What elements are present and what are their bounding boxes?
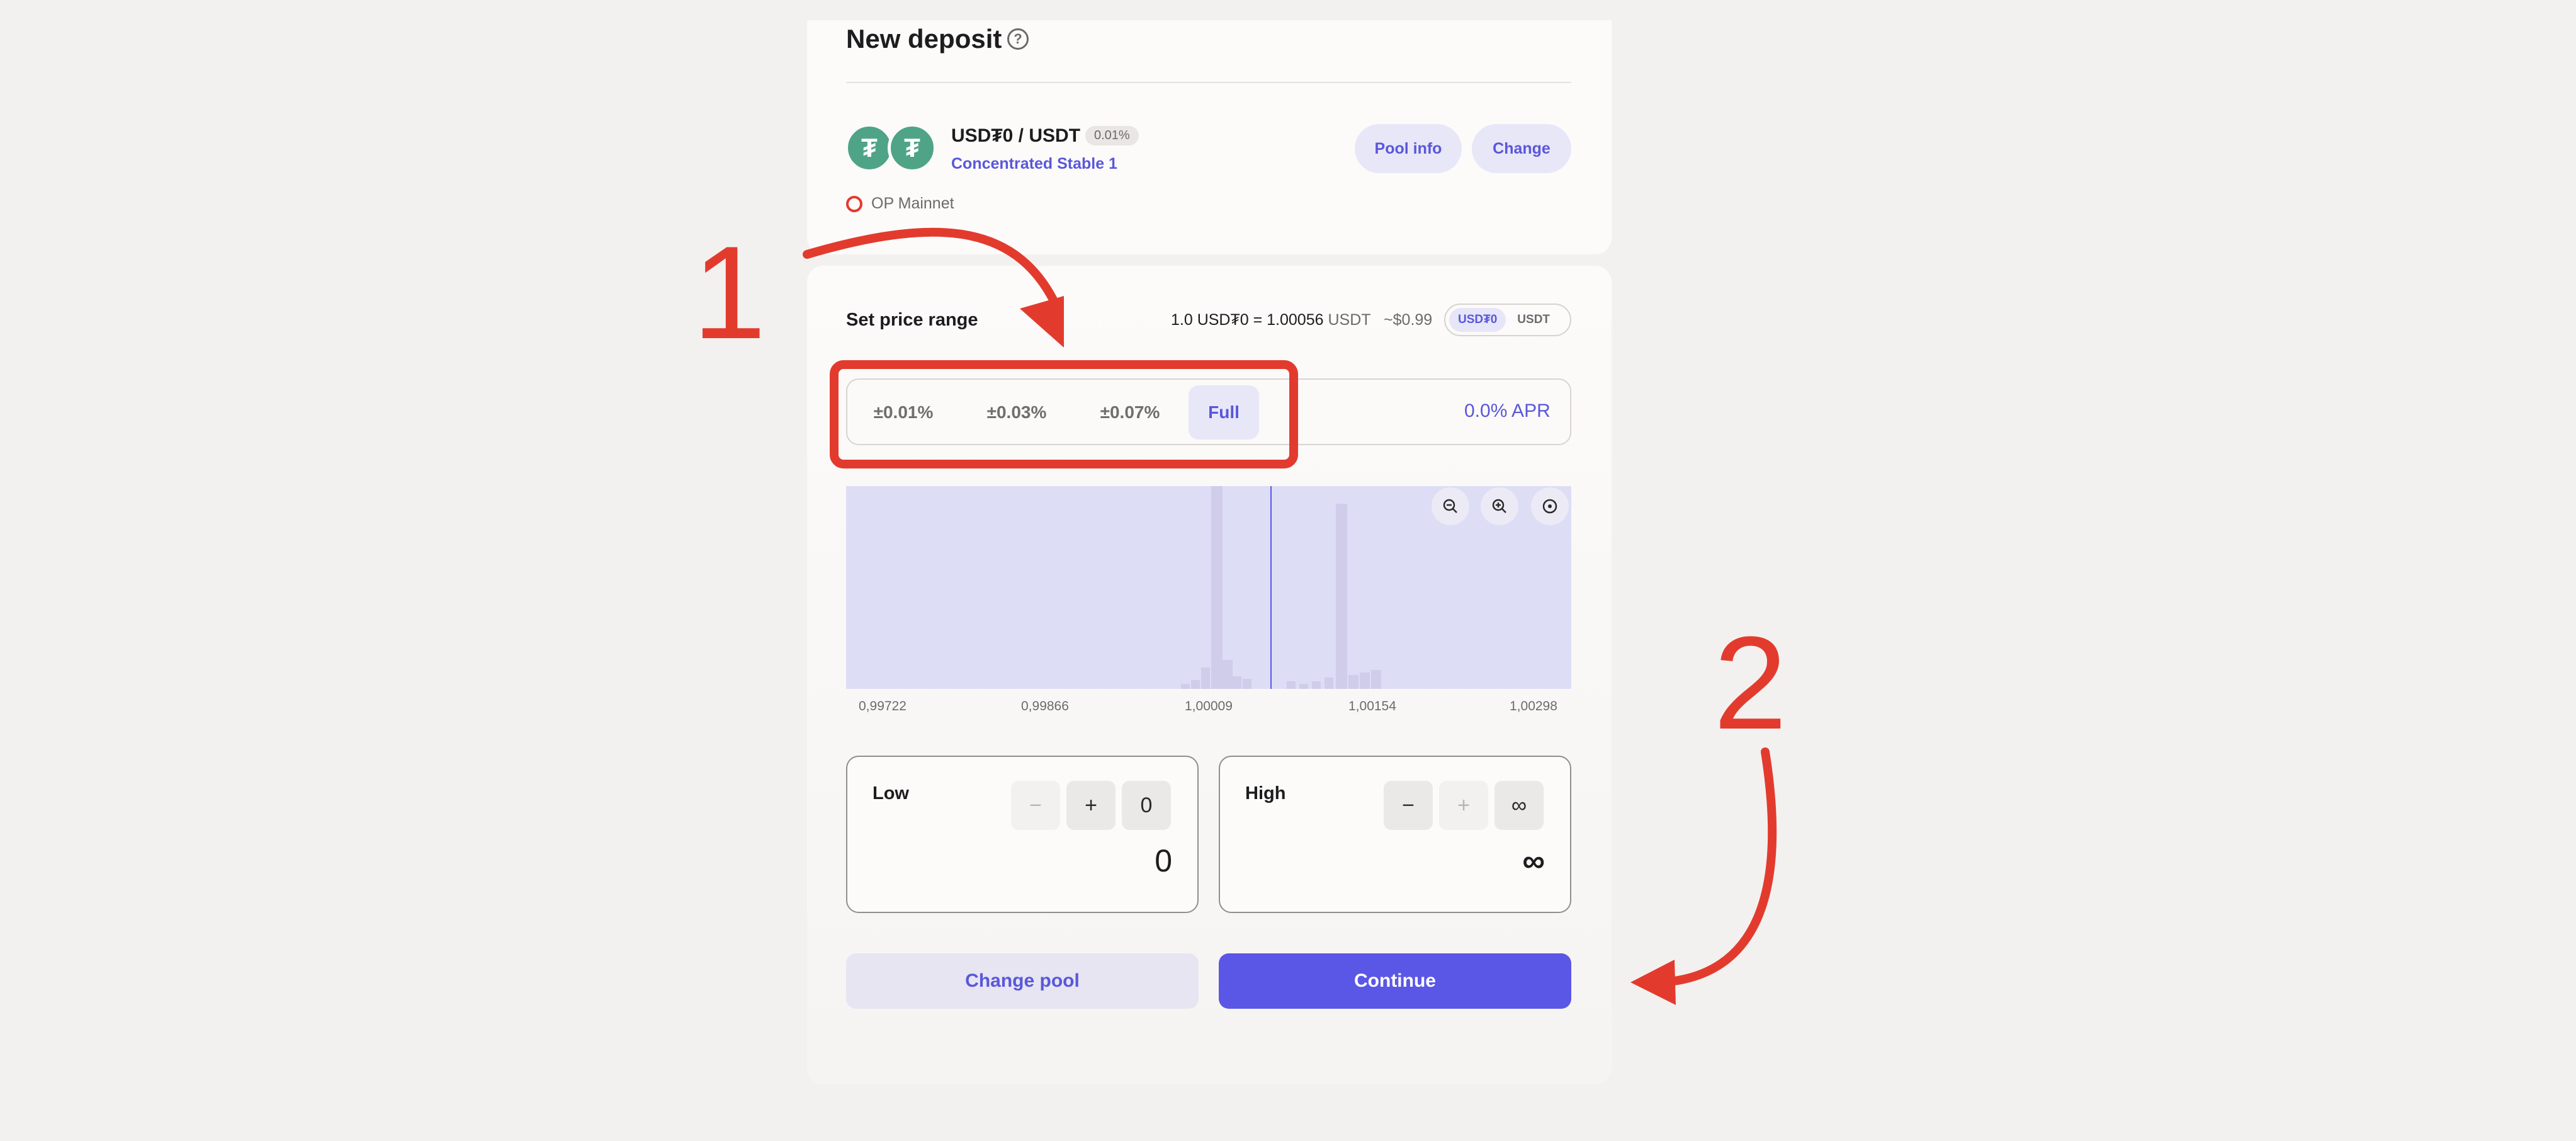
annotation-arrowhead-one: [1020, 296, 1064, 348]
annotation-arrow-two: [1658, 747, 1777, 987]
annotation-arrows: [803, 227, 1777, 1005]
annotation-arrow-one: [803, 227, 1062, 313]
annotation-arrowhead-two: [1630, 960, 1676, 1005]
